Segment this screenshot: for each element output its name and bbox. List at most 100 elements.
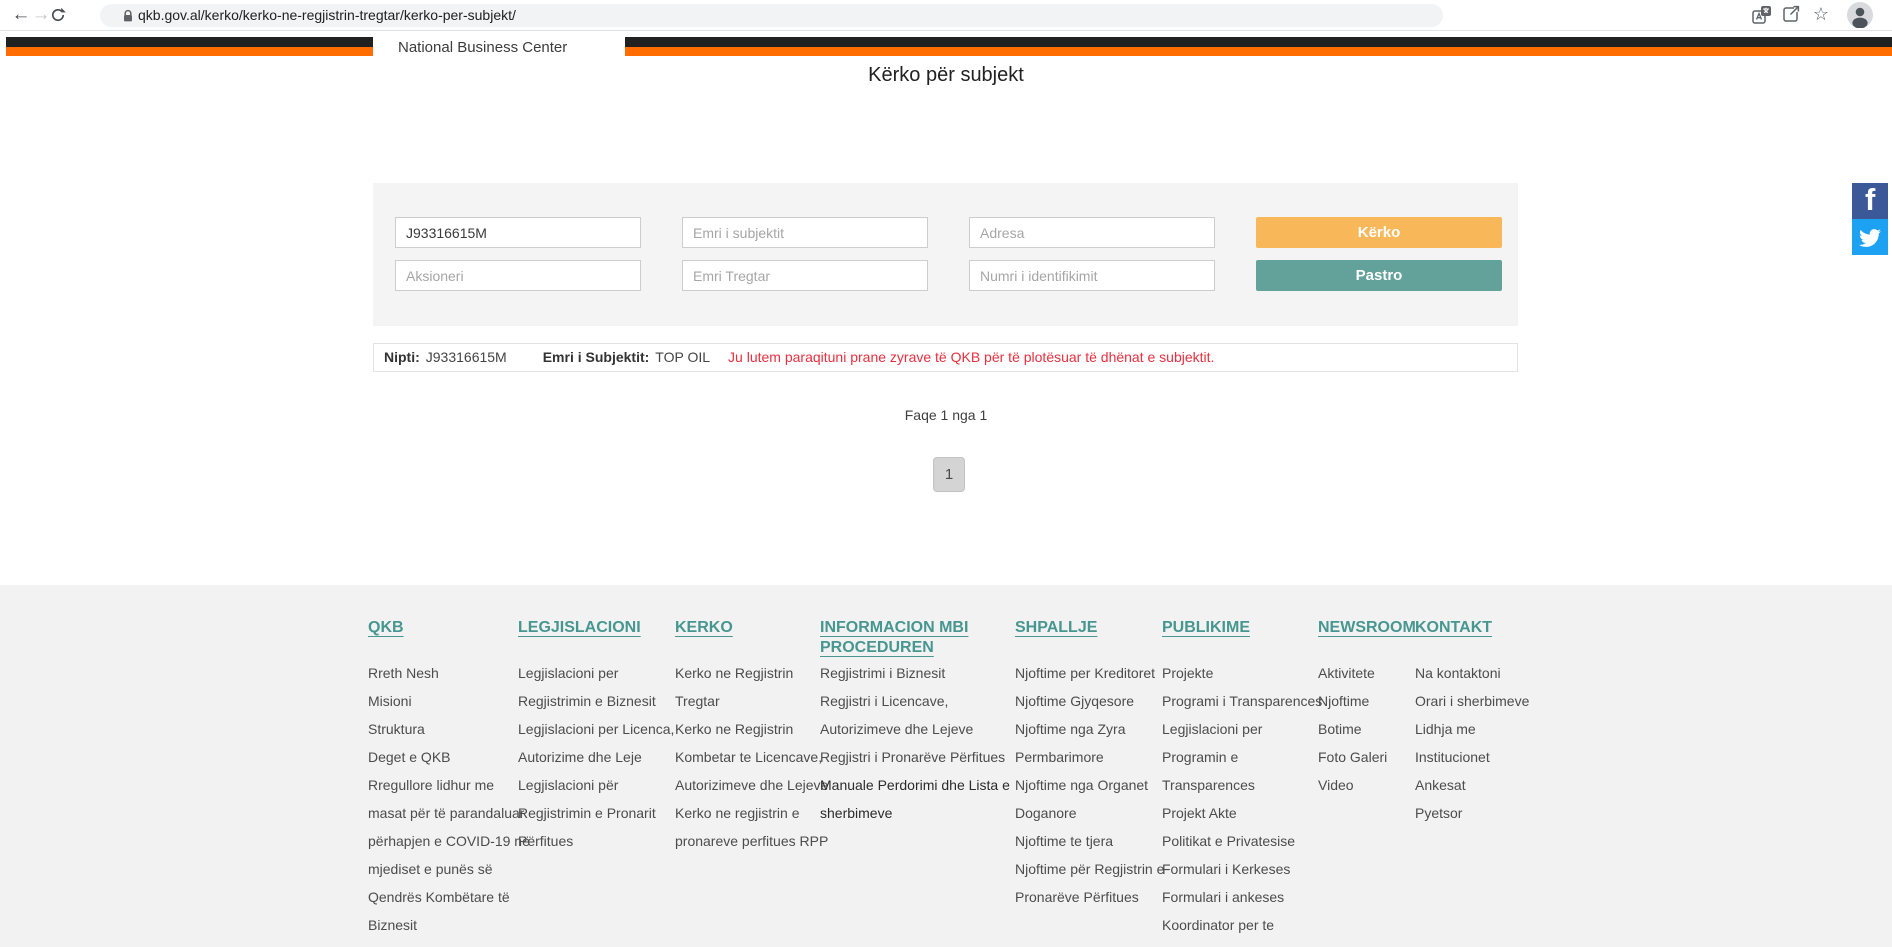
footer-heading[interactable]: INFORMACION MBI PROCEDUREN xyxy=(820,618,1015,658)
address-input[interactable] xyxy=(969,217,1215,248)
pagination-summary: Faqe 1 nga 1 xyxy=(0,407,1892,423)
footer-link-line: Kombetar te Licencave, xyxy=(675,743,828,771)
footer-column: PUBLIKIMEProjekteProgrami i Transparence… xyxy=(1162,585,1318,947)
nipt-input[interactable] xyxy=(395,217,641,248)
footer-link-line: Njoftime Gjyqesore xyxy=(1015,687,1164,715)
twitter-bird-glyph xyxy=(1859,227,1881,249)
footer-link[interactable]: Foto Galeri xyxy=(1318,743,1387,771)
trade-name-input[interactable] xyxy=(682,260,928,291)
footer-link[interactable]: Njoftime xyxy=(1318,687,1387,715)
footer-link[interactable]: Projekt Akte xyxy=(1162,799,1322,827)
footer-link[interactable]: Njoftime te tjera xyxy=(1015,827,1164,855)
footer-heading[interactable]: LEGJISLACIONI xyxy=(518,618,675,638)
footer-link[interactable]: Projekte xyxy=(1162,659,1322,687)
footer-link-list: Na kontaktoniOrari i sherbimeveLidhja me… xyxy=(1415,659,1529,827)
footer-column: SHPALLJENjoftime per KreditoretNjoftime … xyxy=(1015,585,1162,947)
footer-link[interactable]: Njoftime për Regjistrin ePronarëve Përfi… xyxy=(1015,855,1164,911)
footer-link[interactable]: Video xyxy=(1318,771,1387,799)
footer-link[interactable]: Rreth Nesh xyxy=(368,659,530,687)
footer-link[interactable]: Formulari i ankeses xyxy=(1162,883,1322,911)
header-orange-bar xyxy=(6,47,1892,56)
footer-link[interactable]: Manuale Perdorimi dhe Lista esherbimeve xyxy=(820,771,1010,827)
footer-link[interactable]: Aktivitete xyxy=(1318,659,1387,687)
footer-link[interactable]: Kerko ne RegjistrinKombetar te Licencave… xyxy=(675,715,828,799)
search-button[interactable]: Kërko xyxy=(1256,217,1502,248)
footer-link[interactable]: Formulari i Kerkeses xyxy=(1162,855,1322,883)
footer-column: LEGJISLACIONI Legjislacioni perRegjistrim… xyxy=(518,585,675,947)
identification-number-input[interactable] xyxy=(969,260,1215,291)
url-bar[interactable]: qkb.gov.al/kerko/kerko-ne-regjistrin-tre… xyxy=(100,4,1443,27)
back-icon[interactable]: ← xyxy=(11,0,31,30)
clear-button[interactable]: Pastro xyxy=(1256,260,1502,291)
footer-link[interactable]: Regjistrimi i Biznesit xyxy=(820,659,1010,687)
footer-link-line: Aktivitete xyxy=(1318,659,1387,687)
footer-link[interactable]: Struktura xyxy=(368,715,530,743)
facebook-f-glyph: f xyxy=(1865,183,1875,218)
footer-link[interactable]: Legjislacioni përRegjistrimin e Pronarit… xyxy=(518,771,674,855)
footer-link-line: Regjistrimi i Biznesit xyxy=(820,659,1010,687)
pagination-page-1[interactable]: 1 xyxy=(933,457,965,492)
footer-link[interactable]: Botime xyxy=(1318,715,1387,743)
footer-link[interactable]: Orari i sherbimeve xyxy=(1415,687,1529,715)
translate-icon[interactable] xyxy=(1751,4,1773,26)
footer-link-line: Projekte xyxy=(1162,659,1322,687)
footer-link-line: Autorizimeve dhe Lejeve xyxy=(820,715,1010,743)
footer-link[interactable]: Njoftime nga OrganetDoganore xyxy=(1015,771,1164,827)
footer-link-line: Koordinator per te xyxy=(1162,911,1322,939)
site-brand-tab[interactable]: National Business Center xyxy=(373,31,625,62)
footer-link[interactable]: Ankesat xyxy=(1415,771,1529,799)
footer-link[interactable]: Lidhja meInstitucionet xyxy=(1415,715,1529,771)
footer-link[interactable]: Regjistri i Pronarëve Përfitues xyxy=(820,743,1010,771)
share-icon[interactable] xyxy=(1781,4,1801,24)
forward-icon[interactable]: → xyxy=(31,0,51,30)
footer-link[interactable]: Regjistri i Licencave,Autorizimeve dhe L… xyxy=(820,687,1010,743)
footer-link[interactable]: Deget e QKB xyxy=(368,743,530,771)
footer-link[interactable]: Kerko ne RegjistrinTregtar xyxy=(675,659,828,715)
footer-heading[interactable]: KONTAKT xyxy=(1415,618,1535,638)
footer-heading[interactable]: KERKO xyxy=(675,618,820,638)
footer-link[interactable]: Koordinator per te xyxy=(1162,911,1322,939)
footer-heading[interactable]: SHPALLJE xyxy=(1015,618,1162,638)
footer-link[interactable]: Misioni xyxy=(368,687,530,715)
result-nipti-value: J93316615M xyxy=(426,349,507,365)
facebook-icon[interactable]: f xyxy=(1852,183,1888,219)
footer-link-line: Struktura xyxy=(368,715,530,743)
footer-heading[interactable]: QKB xyxy=(368,618,518,638)
twitter-icon[interactable] xyxy=(1852,219,1888,255)
footer-link-line: Njoftime te tjera xyxy=(1015,827,1164,855)
footer-link-line: masat për të parandaluar xyxy=(368,799,530,827)
footer-link[interactable]: Legjislacioni perProgramin eTransparence… xyxy=(1162,715,1322,799)
profile-avatar[interactable] xyxy=(1847,2,1873,28)
bookmark-star-icon[interactable]: ☆ xyxy=(1810,0,1832,30)
footer-link-list: Njoftime per KreditoretNjoftime Gjyqesor… xyxy=(1015,659,1164,911)
footer-link[interactable]: Rregullore lidhur memasat për të paranda… xyxy=(368,771,530,939)
result-subject-value: TOP OIL xyxy=(655,349,710,365)
footer-link[interactable]: Kerko ne regjistrin epronareve perfitues… xyxy=(675,799,828,855)
footer-link[interactable]: Na kontaktoni xyxy=(1415,659,1529,687)
subject-name-input[interactable] xyxy=(682,217,928,248)
footer-link-line: Misioni xyxy=(368,687,530,715)
footer-link[interactable]: Njoftime per Kreditoret xyxy=(1015,659,1164,687)
footer-link[interactable]: Njoftime Gjyqesore xyxy=(1015,687,1164,715)
footer-link-line: Doganore xyxy=(1015,799,1164,827)
footer-link-line: Njoftime xyxy=(1318,687,1387,715)
footer-link[interactable]: Njoftime nga ZyraPermbarimore xyxy=(1015,715,1164,771)
url-text[interactable]: qkb.gov.al/kerko/kerko-ne-regjistrin-tre… xyxy=(138,4,516,27)
footer-link-line: Njoftime nga Zyra xyxy=(1015,715,1164,743)
footer-link-line: Regjistri i Pronarëve Përfitues xyxy=(820,743,1010,771)
footer-column: KERKOKerko ne RegjistrinTregtarKerko ne … xyxy=(675,585,820,947)
footer-link-line: mjediset e punës së xyxy=(368,855,530,883)
footer-link[interactable]: Legjislacioni perRegjistrimin e Biznesit xyxy=(518,659,674,715)
footer-link[interactable]: Politikat e Privatesise xyxy=(1162,827,1322,855)
footer-column: NEWSROOM AktiviteteNjoftimeBotimeFoto Gal… xyxy=(1318,585,1415,947)
footer-link[interactable]: Pyetsor xyxy=(1415,799,1529,827)
result-row: Nipti:J93316615MEmri i Subjektit:TOP OIL… xyxy=(373,343,1518,372)
footer-heading[interactable]: PUBLIKIME xyxy=(1162,618,1318,638)
footer-link-line: Deget e QKB xyxy=(368,743,530,771)
footer-heading[interactable]: NEWSROOM xyxy=(1318,618,1415,638)
refresh-icon[interactable] xyxy=(50,7,66,23)
footer-link[interactable]: Programi i Transparences xyxy=(1162,687,1322,715)
footer-link[interactable]: Legjislacioni per Licenca,Autorizime dhe… xyxy=(518,715,674,771)
shareholder-input[interactable] xyxy=(395,260,641,291)
footer-column: INFORMACION MBI PROCEDURENRegjistrimi i … xyxy=(820,585,1015,947)
